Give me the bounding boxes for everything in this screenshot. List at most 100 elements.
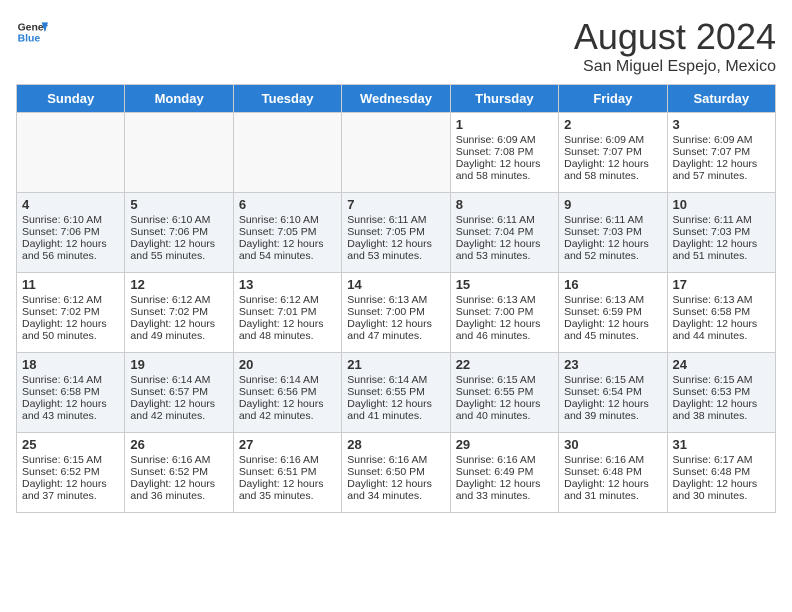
day-detail: Sunset: 7:01 PM bbox=[239, 306, 336, 318]
day-number: 30 bbox=[564, 437, 661, 452]
day-detail: Daylight: 12 hours bbox=[130, 478, 227, 490]
day-detail: Daylight: 12 hours bbox=[673, 478, 770, 490]
day-detail: Daylight: 12 hours bbox=[456, 398, 553, 410]
day-detail: Sunrise: 6:11 AM bbox=[673, 214, 770, 226]
day-detail: Sunset: 7:02 PM bbox=[130, 306, 227, 318]
day-number: 2 bbox=[564, 117, 661, 132]
day-detail: Sunset: 6:53 PM bbox=[673, 386, 770, 398]
day-detail: Sunset: 6:48 PM bbox=[564, 466, 661, 478]
day-number: 18 bbox=[22, 357, 119, 372]
day-number: 22 bbox=[456, 357, 553, 372]
day-detail: Daylight: 12 hours bbox=[239, 478, 336, 490]
day-detail: and 49 minutes. bbox=[130, 330, 227, 342]
calendar-cell: 22Sunrise: 6:15 AMSunset: 6:55 PMDayligh… bbox=[450, 353, 558, 433]
day-detail: Daylight: 12 hours bbox=[22, 478, 119, 490]
day-number: 24 bbox=[673, 357, 770, 372]
day-detail: Sunrise: 6:10 AM bbox=[22, 214, 119, 226]
day-detail: and 37 minutes. bbox=[22, 490, 119, 502]
day-detail: Daylight: 12 hours bbox=[564, 398, 661, 410]
day-detail: and 47 minutes. bbox=[347, 330, 444, 342]
calendar-cell: 12Sunrise: 6:12 AMSunset: 7:02 PMDayligh… bbox=[125, 273, 233, 353]
day-number: 14 bbox=[347, 277, 444, 292]
day-detail: Daylight: 12 hours bbox=[456, 318, 553, 330]
calendar-cell: 5Sunrise: 6:10 AMSunset: 7:06 PMDaylight… bbox=[125, 193, 233, 273]
day-detail: Daylight: 12 hours bbox=[22, 238, 119, 250]
day-detail: and 42 minutes. bbox=[130, 410, 227, 422]
calendar-cell: 20Sunrise: 6:14 AMSunset: 6:56 PMDayligh… bbox=[233, 353, 341, 433]
calendar-cell: 26Sunrise: 6:16 AMSunset: 6:52 PMDayligh… bbox=[125, 433, 233, 513]
day-detail: Daylight: 12 hours bbox=[673, 398, 770, 410]
day-detail: Sunrise: 6:14 AM bbox=[347, 374, 444, 386]
day-number: 1 bbox=[456, 117, 553, 132]
day-detail: Sunset: 6:57 PM bbox=[130, 386, 227, 398]
day-detail: Sunset: 6:58 PM bbox=[673, 306, 770, 318]
calendar-week-5: 25Sunrise: 6:15 AMSunset: 6:52 PMDayligh… bbox=[17, 433, 776, 513]
day-detail: Sunrise: 6:16 AM bbox=[456, 454, 553, 466]
day-detail: Sunrise: 6:12 AM bbox=[22, 294, 119, 306]
day-detail: Sunrise: 6:12 AM bbox=[130, 294, 227, 306]
day-number: 25 bbox=[22, 437, 119, 452]
day-detail: and 54 minutes. bbox=[239, 250, 336, 262]
day-detail: Daylight: 12 hours bbox=[22, 318, 119, 330]
calendar-week-4: 18Sunrise: 6:14 AMSunset: 6:58 PMDayligh… bbox=[17, 353, 776, 433]
day-detail: Sunset: 7:03 PM bbox=[673, 226, 770, 238]
day-number: 31 bbox=[673, 437, 770, 452]
day-detail: Sunrise: 6:16 AM bbox=[239, 454, 336, 466]
calendar-cell: 27Sunrise: 6:16 AMSunset: 6:51 PMDayligh… bbox=[233, 433, 341, 513]
day-detail: Sunset: 7:07 PM bbox=[564, 146, 661, 158]
day-number: 3 bbox=[673, 117, 770, 132]
day-number: 17 bbox=[673, 277, 770, 292]
day-header-friday: Friday bbox=[559, 85, 667, 113]
day-detail: Sunrise: 6:14 AM bbox=[239, 374, 336, 386]
day-detail: and 30 minutes. bbox=[673, 490, 770, 502]
day-detail: and 36 minutes. bbox=[130, 490, 227, 502]
day-detail: Daylight: 12 hours bbox=[239, 318, 336, 330]
day-detail: Daylight: 12 hours bbox=[673, 158, 770, 170]
svg-text:Blue: Blue bbox=[18, 34, 41, 45]
day-detail: Sunrise: 6:15 AM bbox=[22, 454, 119, 466]
day-detail: Sunset: 6:50 PM bbox=[347, 466, 444, 478]
calendar-cell: 4Sunrise: 6:10 AMSunset: 7:06 PMDaylight… bbox=[17, 193, 125, 273]
calendar-cell: 7Sunrise: 6:11 AMSunset: 7:05 PMDaylight… bbox=[342, 193, 450, 273]
day-detail: and 33 minutes. bbox=[456, 490, 553, 502]
day-detail: Sunrise: 6:11 AM bbox=[347, 214, 444, 226]
day-detail: Sunset: 6:54 PM bbox=[564, 386, 661, 398]
day-detail: and 53 minutes. bbox=[347, 250, 444, 262]
day-detail: and 53 minutes. bbox=[456, 250, 553, 262]
calendar-cell: 6Sunrise: 6:10 AMSunset: 7:05 PMDaylight… bbox=[233, 193, 341, 273]
day-detail: and 43 minutes. bbox=[22, 410, 119, 422]
day-detail: Daylight: 12 hours bbox=[564, 238, 661, 250]
page-subtitle: San Miguel Espejo, Mexico bbox=[574, 58, 776, 76]
day-number: 12 bbox=[130, 277, 227, 292]
day-detail: Sunrise: 6:16 AM bbox=[347, 454, 444, 466]
day-detail: Daylight: 12 hours bbox=[130, 238, 227, 250]
day-header-monday: Monday bbox=[125, 85, 233, 113]
day-detail: Sunrise: 6:10 AM bbox=[239, 214, 336, 226]
day-detail: Sunrise: 6:16 AM bbox=[130, 454, 227, 466]
day-detail: Daylight: 12 hours bbox=[564, 318, 661, 330]
day-detail: Sunrise: 6:15 AM bbox=[673, 374, 770, 386]
day-detail: Sunrise: 6:15 AM bbox=[564, 374, 661, 386]
day-detail: Sunset: 7:05 PM bbox=[239, 226, 336, 238]
calendar-cell bbox=[125, 113, 233, 193]
day-detail: Sunset: 6:49 PM bbox=[456, 466, 553, 478]
day-header-sunday: Sunday bbox=[17, 85, 125, 113]
day-detail: Daylight: 12 hours bbox=[564, 158, 661, 170]
day-detail: Sunset: 6:48 PM bbox=[673, 466, 770, 478]
calendar-cell: 2 Sunrise: 6:09 AMSunset: 7:07 PMDaylight… bbox=[559, 113, 667, 193]
day-detail: Sunrise: 6:09 AM bbox=[564, 134, 661, 146]
day-detail: Sunset: 6:58 PM bbox=[22, 386, 119, 398]
calendar-week-2: 4Sunrise: 6:10 AMSunset: 7:06 PMDaylight… bbox=[17, 193, 776, 273]
day-detail: Sunset: 7:04 PM bbox=[456, 226, 553, 238]
calendar-cell: 25Sunrise: 6:15 AMSunset: 6:52 PMDayligh… bbox=[17, 433, 125, 513]
day-detail: Daylight: 12 hours bbox=[22, 398, 119, 410]
title-area: August 2024 San Miguel Espejo, Mexico bbox=[574, 16, 776, 76]
day-detail: Sunset: 7:03 PM bbox=[564, 226, 661, 238]
day-detail: and 39 minutes. bbox=[564, 410, 661, 422]
day-header-thursday: Thursday bbox=[450, 85, 558, 113]
calendar-cell: 15Sunrise: 6:13 AMSunset: 7:00 PMDayligh… bbox=[450, 273, 558, 353]
day-header-saturday: Saturday bbox=[667, 85, 775, 113]
day-detail: Sunset: 6:52 PM bbox=[130, 466, 227, 478]
day-detail: Sunset: 6:56 PM bbox=[239, 386, 336, 398]
calendar-cell: 16Sunrise: 6:13 AMSunset: 6:59 PMDayligh… bbox=[559, 273, 667, 353]
